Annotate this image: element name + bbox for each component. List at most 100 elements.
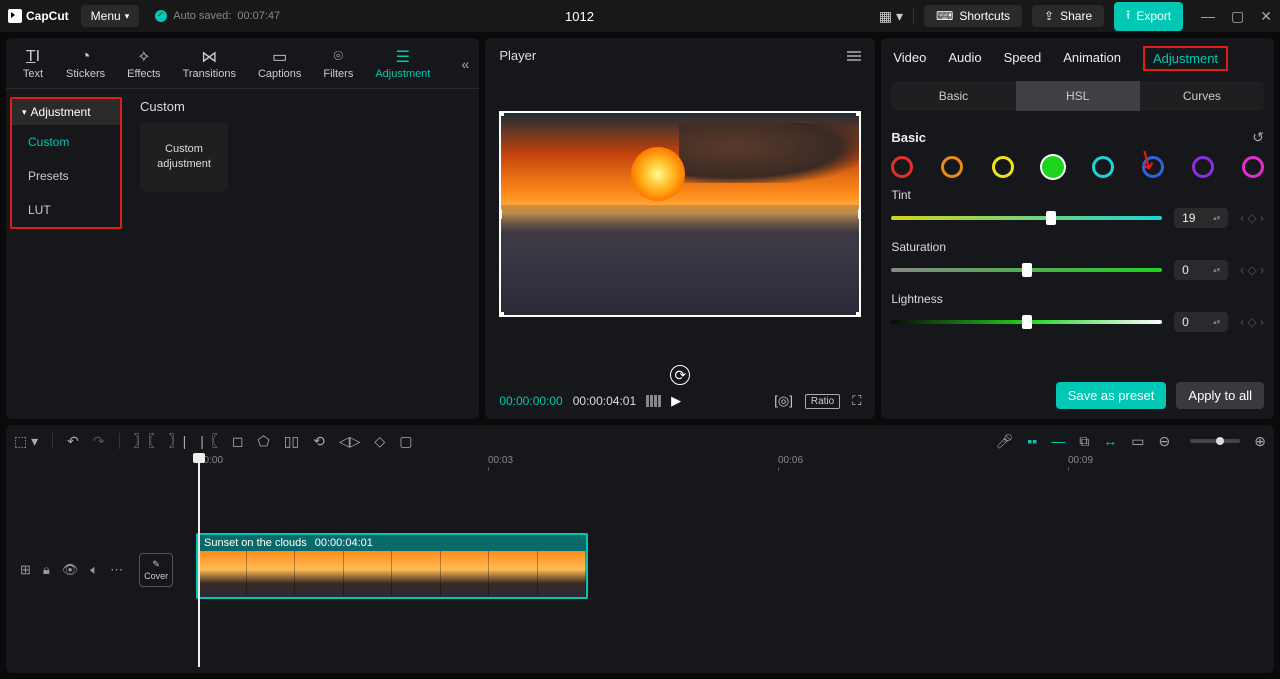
compare-icon[interactable]: ⟳ [670,365,690,385]
timeline-ruler[interactable]: 00:00 00:03 00:06 00:09 [184,455,1266,473]
reset-icon[interactable]: ↺ [1252,129,1264,146]
tint-slider[interactable] [891,216,1162,220]
video-frame[interactable] [499,111,861,317]
save-preset-button[interactable]: Save as preset [1056,382,1167,409]
frame-icon[interactable]: ▢ [399,433,412,450]
snap-icon[interactable]: ⎯⎯ [1051,433,1065,450]
shortcuts-button[interactable]: ⌨ Shortcuts [924,5,1022,27]
menu-button[interactable]: Menu ▾ [81,5,140,27]
color-purple[interactable] [1192,156,1214,178]
tint-value[interactable]: 19▴▾ [1174,208,1228,228]
ratio-button[interactable]: Ratio [805,394,840,409]
slider-thumb[interactable] [1046,211,1056,225]
subtab-basic[interactable]: Basic [891,81,1015,111]
redo-icon[interactable]: ↷ [93,433,105,450]
lightness-value[interactable]: 0▴▾ [1174,312,1228,332]
group-icon[interactable]: ▯▯ [284,433,299,450]
stepper-icon[interactable]: ▴▾ [1213,266,1220,274]
trim-right-icon[interactable]: |〖 [200,431,218,451]
tab-transitions[interactable]: ⋈Transitions [177,44,242,88]
flip-icon[interactable]: ◇ [374,433,385,450]
layout-icon[interactable]: ▦ ▾ [879,8,903,25]
player-canvas[interactable] [499,71,861,357]
preview-icon[interactable]: ▭ [1131,433,1144,450]
magnet-icon[interactable]: ▪▪ [1027,433,1037,449]
inspector-tab-speed[interactable]: Speed [1004,50,1042,71]
color-green[interactable] [1042,156,1064,178]
align-icon[interactable]: ↔ [1103,433,1117,449]
keyframe-nav[interactable]: ‹ ◇ › [1240,263,1264,277]
sidebar-item-lut[interactable]: LUT [12,193,120,227]
inspector-tab-adjustment[interactable]: Adjustment [1143,46,1228,71]
keyframe-nav[interactable]: ‹ ◇ › [1240,315,1264,329]
rotate-icon[interactable]: ⟲ [313,433,325,450]
export-button[interactable]: ⭱ Export [1114,2,1183,31]
stepper-icon[interactable]: ▴▾ [1213,214,1220,222]
color-blue[interactable] [1142,156,1164,178]
keyframe-nav[interactable]: ‹ ◇ › [1240,211,1264,225]
zoom-slider[interactable] [1190,439,1240,443]
subtab-curves[interactable]: Curves [1140,81,1264,111]
saturation-slider[interactable] [891,268,1162,272]
timeline-tracks[interactable]: Sunset on the clouds 00:00:04:01 [184,473,1266,667]
inspector-tab-video[interactable]: Video [893,50,926,71]
resize-handle[interactable] [856,111,861,116]
window-minimize-icon[interactable]: — [1201,8,1215,25]
slider-thumb[interactable] [1022,263,1032,277]
undo-icon[interactable]: ↶ [67,433,79,450]
trim-left-icon[interactable]: 〗| [169,431,187,451]
resize-handle[interactable] [499,111,504,116]
slider-thumb[interactable] [1022,315,1032,329]
color-magenta[interactable] [1242,156,1264,178]
color-red[interactable] [891,156,913,178]
sidebar-header[interactable]: ▾Adjustment [12,99,120,125]
link-icon[interactable]: ⧉ [1079,433,1089,450]
scale-icon[interactable]: [◎] [774,393,793,409]
player-menu-icon[interactable] [847,51,861,61]
zoom-out-icon[interactable]: ⊖ [1159,433,1171,450]
sidebar-item-presets[interactable]: Presets [12,159,120,193]
subtab-hsl[interactable]: HSL [1016,81,1140,111]
resize-handle[interactable] [856,312,861,317]
color-yellow[interactable] [992,156,1014,178]
cover-button[interactable]: ✎ Cover [139,553,173,587]
track-visibility-icon[interactable]: 👁︎ [62,562,79,578]
zoom-in-icon[interactable]: ⊕ [1254,433,1266,450]
tab-stickers[interactable]: ◔Stickers [60,44,111,88]
inspector-tab-animation[interactable]: Animation [1063,50,1121,71]
levels-icon[interactable] [646,395,661,407]
share-button[interactable]: ⇪ Share [1032,5,1104,27]
color-orange[interactable] [941,156,963,178]
track-more-icon[interactable]: ⋯ [110,562,123,578]
resize-handle[interactable] [858,209,861,219]
split-icon[interactable]: 〗〖 [134,431,155,451]
custom-adjustment-card[interactable]: Custom adjustment [140,122,228,192]
tab-filters[interactable]: ⌾Filters [317,44,359,88]
inspector-tab-audio[interactable]: Audio [948,50,981,71]
window-maximize-icon[interactable]: ▢ [1231,8,1244,25]
play-button[interactable]: ▶ [671,393,681,409]
timeline-clip[interactable]: Sunset on the clouds 00:00:04:01 [196,533,588,599]
tab-effects[interactable]: ✧Effects [121,44,166,88]
track-lock-icon[interactable]: 🔒︎ [43,562,50,578]
crop-icon[interactable]: ◻ [232,433,244,450]
tab-text[interactable]: T̲IText [16,44,50,88]
mic-icon[interactable]: 🎤︎ [996,433,1014,450]
zoom-thumb[interactable] [1216,437,1224,445]
resize-handle[interactable] [499,209,502,219]
apply-all-button[interactable]: Apply to all [1176,382,1264,409]
resize-handle[interactable] [499,312,504,317]
mirror-icon[interactable]: ◁▷ [339,433,361,450]
tab-captions[interactable]: ▭Captions [252,44,307,88]
track-mute-icon[interactable]: 🔈︎ [90,562,98,578]
saturation-value[interactable]: 0▴▾ [1174,260,1228,280]
lightness-slider[interactable] [891,320,1162,324]
sidebar-item-custom[interactable]: Custom [12,125,120,159]
color-cyan[interactable] [1092,156,1114,178]
track-add-icon[interactable]: ⊞ [20,562,31,578]
stepper-icon[interactable]: ▴▾ [1213,318,1220,326]
fullscreen-icon[interactable]: ⛶ [852,393,861,409]
collapse-panel-icon[interactable]: « [462,56,470,72]
mask-icon[interactable]: ⬠ [258,433,270,450]
selection-tool-icon[interactable]: ⬚ ▾ [14,433,38,450]
